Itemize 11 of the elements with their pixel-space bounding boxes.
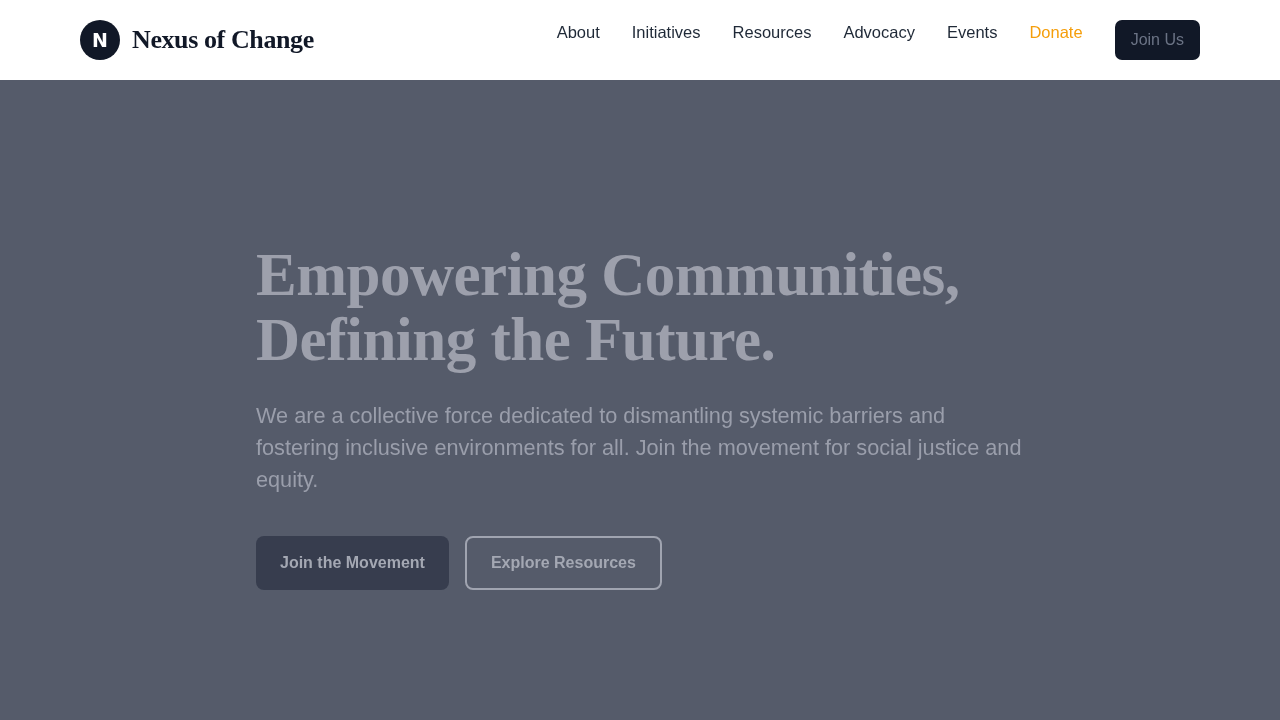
hero-heading: Empowering Communities, Defining the Future. (256, 242, 961, 372)
nav-link[interactable]: About (556, 20, 600, 44)
logo-icon: N (80, 20, 120, 60)
nav-link[interactable]: Events (946, 20, 998, 44)
join-button[interactable]: Join Us (1114, 20, 1200, 60)
nav-link[interactable]: Initiatives (631, 20, 701, 44)
hero-description: We are a collective force dedicated to dismantling systemic barriers and fostering inclusive environments for all. Join the movement for social justice and equity. (256, 402, 1023, 494)
join-movement-button[interactable]: Join the Movement (256, 536, 449, 590)
nav-link[interactable]: Advocacy (843, 20, 915, 44)
brand-name[interactable]: Nexus of Change (132, 25, 314, 55)
nav-link[interactable]: Resources (732, 20, 812, 44)
